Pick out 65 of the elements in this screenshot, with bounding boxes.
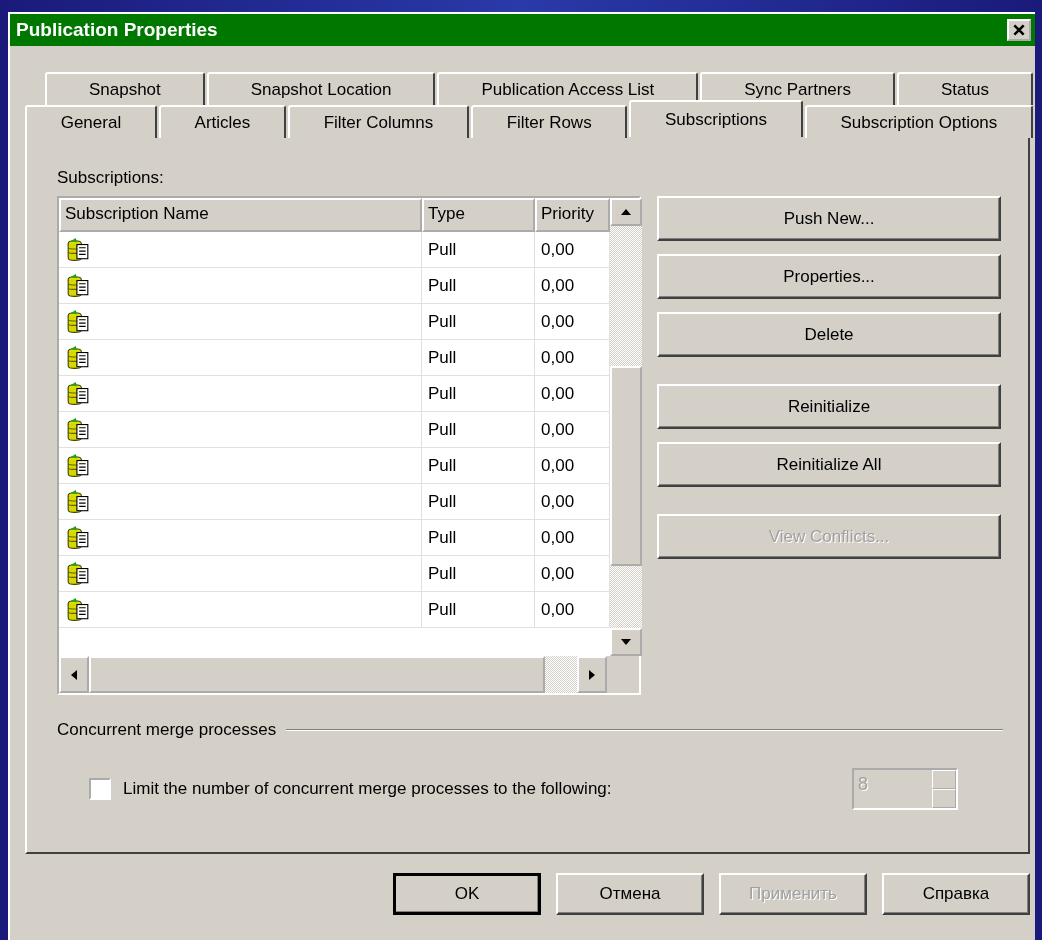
dialog-button[interactable]: Отмена bbox=[556, 873, 704, 915]
table-cell: Pull bbox=[422, 412, 535, 447]
tab[interactable]: Subscriptions bbox=[629, 100, 803, 137]
horizontal-scrollbar[interactable] bbox=[59, 656, 639, 693]
dialog-button[interactable]: OK bbox=[393, 873, 541, 915]
scroll-down-button[interactable] bbox=[610, 628, 642, 656]
scroll-track[interactable] bbox=[545, 656, 577, 693]
vertical-scrollbar[interactable] bbox=[610, 198, 642, 656]
list-label: Subscriptions: bbox=[57, 168, 165, 189]
checkbox[interactable] bbox=[89, 778, 111, 800]
column-header[interactable]: Type bbox=[422, 198, 535, 232]
table-cell: Pull bbox=[422, 484, 535, 519]
action-button[interactable]: Properties... bbox=[657, 254, 1001, 299]
table-cell: Pull bbox=[422, 592, 535, 627]
table-cell: Pull bbox=[422, 376, 535, 411]
tab[interactable]: Publication Access List bbox=[437, 72, 699, 105]
checkbox-label: Limit the number of concurrent merge processes to the following: bbox=[123, 779, 612, 799]
table-cell: Pull bbox=[422, 304, 535, 339]
tab[interactable]: General bbox=[25, 105, 157, 138]
database-icon bbox=[67, 417, 89, 442]
tab[interactable]: Status bbox=[896, 72, 1034, 105]
right-arrow-icon bbox=[589, 669, 595, 680]
scroll-left-button[interactable] bbox=[59, 656, 89, 693]
scroll-right-button[interactable] bbox=[577, 656, 607, 693]
close-button[interactable] bbox=[1007, 19, 1031, 41]
database-icon bbox=[67, 453, 89, 478]
tab[interactable]: Filter Columns bbox=[287, 105, 469, 138]
up-arrow-icon bbox=[621, 209, 631, 215]
database-icon bbox=[67, 309, 89, 334]
tab[interactable]: Subscription Options bbox=[804, 105, 1033, 138]
tab[interactable]: Snapshot bbox=[45, 72, 205, 105]
table-cell: Pull bbox=[422, 556, 535, 591]
group-title: Concurrent merge processes bbox=[57, 720, 277, 740]
column-header[interactable]: Priority bbox=[535, 198, 610, 232]
database-icon bbox=[67, 237, 89, 262]
tab[interactable]: Sync Partners bbox=[700, 72, 895, 105]
database-icon bbox=[67, 381, 89, 406]
scroll-up-button[interactable] bbox=[610, 198, 642, 226]
down-arrow-icon bbox=[621, 639, 631, 645]
action-button[interactable]: Reinitialize bbox=[657, 384, 1001, 429]
database-icon bbox=[67, 597, 89, 622]
table-cell: Pull bbox=[422, 448, 535, 483]
scrollbar-corner bbox=[607, 656, 639, 693]
table-cell: Pull bbox=[422, 232, 535, 267]
database-icon bbox=[67, 345, 89, 370]
scroll-thumb[interactable] bbox=[610, 366, 642, 566]
table-cell: Pull bbox=[422, 340, 535, 375]
tab[interactable]: Snapshot Location bbox=[206, 72, 436, 105]
action-button[interactable]: Push New... bbox=[657, 196, 1001, 241]
tab[interactable]: Articles bbox=[158, 105, 286, 138]
action-button[interactable]: Reinitialize All bbox=[657, 442, 1001, 487]
left-arrow-icon bbox=[71, 669, 77, 680]
dialog-button[interactable]: Справка bbox=[882, 873, 1030, 915]
database-icon bbox=[67, 525, 89, 550]
table-cell: Pull bbox=[422, 268, 535, 303]
tab[interactable]: Filter Rows bbox=[470, 105, 628, 138]
table-cell: Pull bbox=[422, 520, 535, 555]
close-icon bbox=[1012, 23, 1026, 37]
database-icon bbox=[67, 273, 89, 298]
scroll-thumb[interactable] bbox=[89, 656, 545, 693]
database-icon bbox=[67, 489, 89, 514]
column-header[interactable]: Subscription Name bbox=[59, 198, 422, 232]
database-icon bbox=[67, 561, 89, 586]
window-title: Publication Properties bbox=[16, 19, 218, 41]
action-button[interactable]: Delete bbox=[657, 312, 1001, 357]
